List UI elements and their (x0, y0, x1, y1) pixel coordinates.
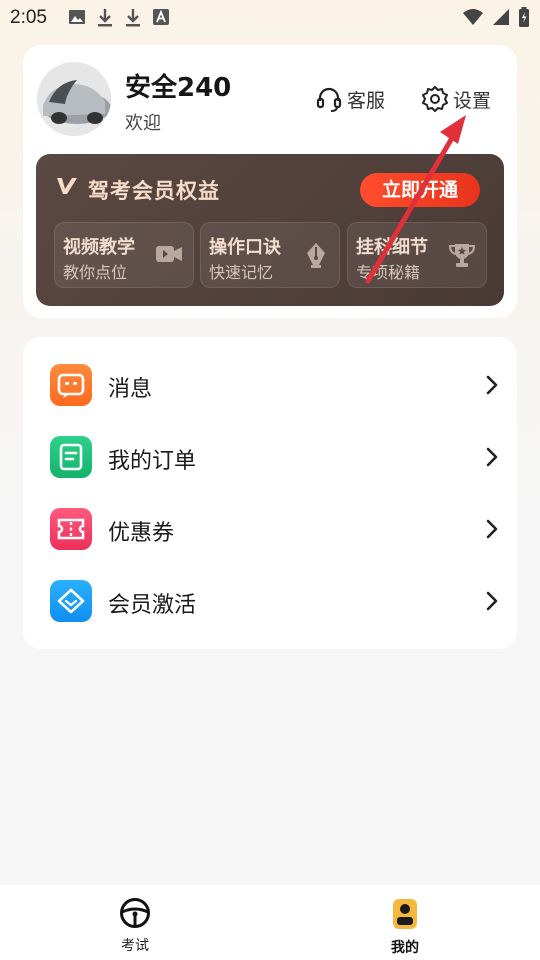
chevron-right-icon (486, 375, 498, 395)
menu-item-messages[interactable]: 消息 (23, 350, 517, 422)
benefit-subtitle: 快速记忆 (209, 263, 274, 282)
menu-item-label: 会员激活 (108, 593, 197, 618)
avatar[interactable] (37, 62, 111, 136)
tab-mine[interactable]: 我的 (365, 897, 445, 957)
car-avatar-image (37, 62, 111, 136)
coupon-icon (50, 508, 92, 550)
message-icon (50, 364, 92, 406)
benefit-title: 挂科细节 (356, 237, 428, 258)
status-bar: 2:05 (0, 0, 540, 36)
video-icon (156, 246, 182, 262)
diamond-icon (50, 580, 92, 622)
trophy-icon (448, 244, 476, 267)
pen-icon (307, 243, 325, 268)
order-icon (50, 436, 92, 478)
username: 安全240 (125, 73, 232, 103)
benefit-failure-details[interactable]: 挂科细节 专项秘籍 (347, 222, 487, 288)
menu-item-label: 优惠券 (108, 521, 175, 546)
vip-v-icon (57, 178, 77, 194)
gear-icon (422, 86, 448, 112)
benefit-subtitle: 专项秘籍 (356, 263, 421, 282)
wifi-icon (463, 9, 483, 25)
menu-item-member-activation[interactable]: 会员激活 (23, 566, 517, 638)
tab-label: 考试 (121, 938, 149, 954)
headset-icon (316, 87, 342, 112)
battery-icon (519, 7, 529, 27)
status-time: 2:05 (10, 7, 47, 28)
benefit-subtitle: 教你点位 (63, 263, 128, 282)
tab-exam[interactable]: 考试 (95, 897, 175, 955)
tab-label: 我的 (391, 940, 419, 956)
benefit-title: 视频教学 (63, 237, 135, 258)
status-system-icons (462, 7, 530, 27)
profile-icon (393, 899, 417, 929)
benefit-operation-tips[interactable]: 操作口诀 快速记忆 (200, 222, 340, 288)
download-icon (126, 9, 140, 27)
vip-title: 驾考会员权益 (88, 179, 220, 203)
menu-item-my-orders[interactable]: 我的订单 (23, 422, 517, 494)
customer-service-label: 客服 (347, 89, 386, 112)
image-icon (69, 10, 85, 24)
bottom-tab-bar: 考试 我的 (0, 885, 540, 960)
settings-button[interactable]: 设置 (421, 83, 491, 115)
menu-item-label: 我的订单 (108, 449, 197, 474)
status-notification-icons (68, 8, 170, 28)
settings-label: 设置 (453, 89, 492, 112)
chevron-right-icon (486, 519, 498, 539)
menu-item-label: 消息 (108, 377, 153, 402)
signal-icon (493, 9, 509, 25)
benefit-title: 操作口诀 (209, 237, 281, 258)
chevron-right-icon (486, 447, 498, 467)
vip-benefits-banner[interactable]: 驾考会员权益 立即开通 视频教学 教你点位 操作口诀 快速记忆 挂科细节 专项秘… (36, 154, 504, 306)
customer-service-button[interactable]: 客服 (315, 83, 385, 115)
benefit-video-teaching[interactable]: 视频教学 教你点位 (54, 222, 194, 288)
steering-wheel-icon (120, 898, 150, 928)
welcome-text: 欢迎 (125, 113, 161, 134)
font-icon (153, 9, 169, 25)
open-membership-button[interactable]: 立即开通 (360, 173, 480, 207)
download-icon (98, 9, 112, 27)
menu-item-coupons[interactable]: 优惠券 (23, 494, 517, 566)
chevron-right-icon (486, 591, 498, 611)
profile-card: 安全240 欢迎 客服 设置 驾考会员权益 立即开通 视频教学 教你点位 操作口… (23, 45, 517, 318)
menu-card: 消息 我的订单 优惠券 会员激活 (23, 337, 517, 649)
